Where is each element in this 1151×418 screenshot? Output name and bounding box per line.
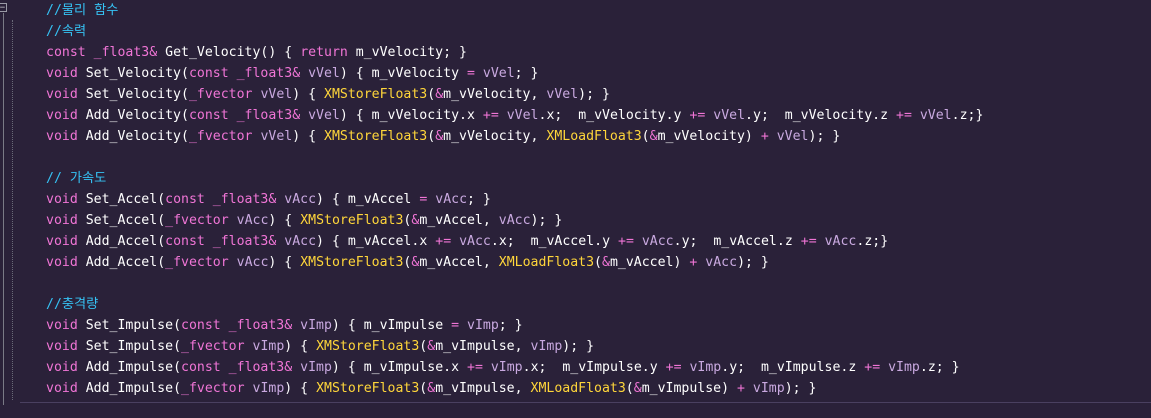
code-line: void Add_Accel(_fvector vAcc) { XMStoreF… xyxy=(46,255,769,270)
editor-gutter: − xyxy=(0,0,20,418)
comment-velocity: //속력 xyxy=(46,24,87,39)
code-line: const _float3& Get_Velocity() { return m… xyxy=(46,45,467,60)
code-line: void Add_Accel(const _float3& vAcc) { m_… xyxy=(46,234,889,249)
code-line: void Set_Accel(const _float3& vAcc) { m_… xyxy=(46,192,491,207)
code-line: void Set_Impulse(_fvector vImp) { XMStor… xyxy=(46,339,595,354)
code-editor[interactable]: − //물리 함수 //속력 const _float3& Get_Veloci… xyxy=(0,0,1151,418)
collapse-region-icon[interactable]: − xyxy=(0,3,7,13)
comment-accel: // 가속도 xyxy=(46,171,107,186)
code-line: void Set_Accel(_fvector vAcc) { XMStoreF… xyxy=(46,213,563,228)
code-line: void Add_Impulse(const _float3& vImp) { … xyxy=(46,360,960,375)
code-line: void Add_Velocity(const _float3& vVel) {… xyxy=(46,108,984,123)
comment-physics: //물리 함수 xyxy=(46,3,119,18)
code-line: void Add_Impulse(_fvector vImp) { XMStor… xyxy=(46,381,817,396)
code-line: void Set_Impulse(const _float3& vImp) { … xyxy=(46,318,523,333)
code-area[interactable]: //물리 함수 //속력 const _float3& Get_Velocity… xyxy=(46,0,1151,399)
code-line: void Set_Velocity(const _float3& vVel) {… xyxy=(46,66,539,81)
indent-guide xyxy=(12,20,13,400)
code-line: void Set_Velocity(_fvector vVel) { XMSto… xyxy=(46,87,610,102)
editor-bottom-border xyxy=(20,402,1151,403)
comment-impulse: //충격량 xyxy=(46,297,99,312)
code-line: void Add_Velocity(_fvector vVel) { XMSto… xyxy=(46,129,841,144)
fold-region-line xyxy=(3,13,4,405)
